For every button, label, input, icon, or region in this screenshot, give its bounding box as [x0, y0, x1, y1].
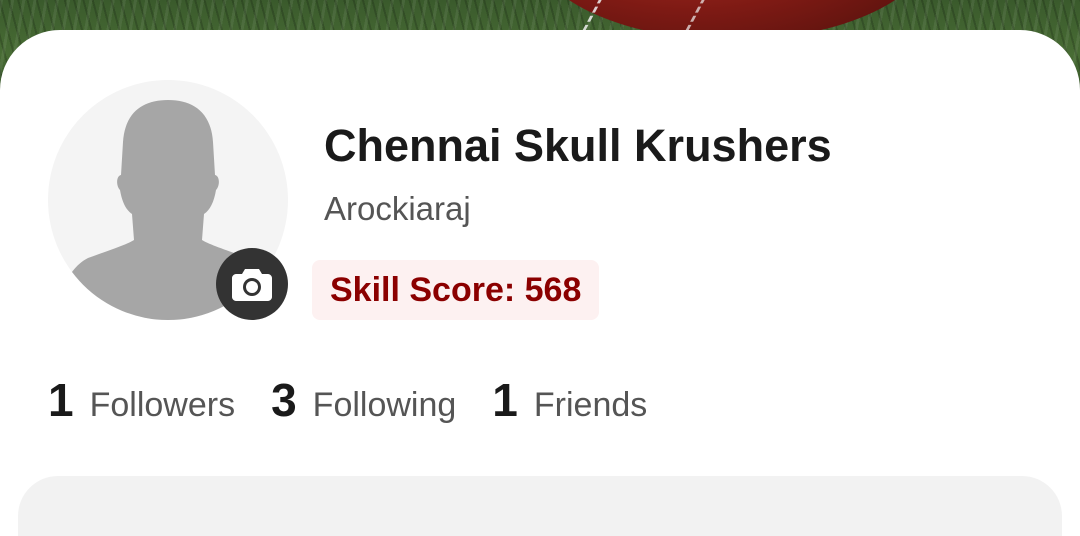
friends-count: 1	[492, 374, 518, 426]
followers-count: 1	[48, 374, 74, 426]
friends-stat[interactable]: 1 Friends	[492, 373, 647, 427]
skill-score-badge: Skill Score: 568	[312, 260, 600, 320]
change-photo-button[interactable]	[216, 248, 288, 320]
owner-name: Arockiaraj	[324, 190, 471, 227]
team-name: Chennai Skull Krushers	[324, 120, 832, 171]
following-count: 3	[271, 374, 297, 426]
following-stat[interactable]: 3 Following	[271, 373, 456, 427]
camera-icon	[232, 269, 272, 301]
social-stats: 1 Followers 3 Following 1 Friends	[48, 370, 683, 430]
followers-stat[interactable]: 1 Followers	[48, 373, 235, 427]
next-section-card	[18, 476, 1062, 536]
following-label: Following	[312, 386, 457, 424]
friends-label: Friends	[533, 386, 648, 424]
followers-label: Followers	[89, 386, 236, 424]
